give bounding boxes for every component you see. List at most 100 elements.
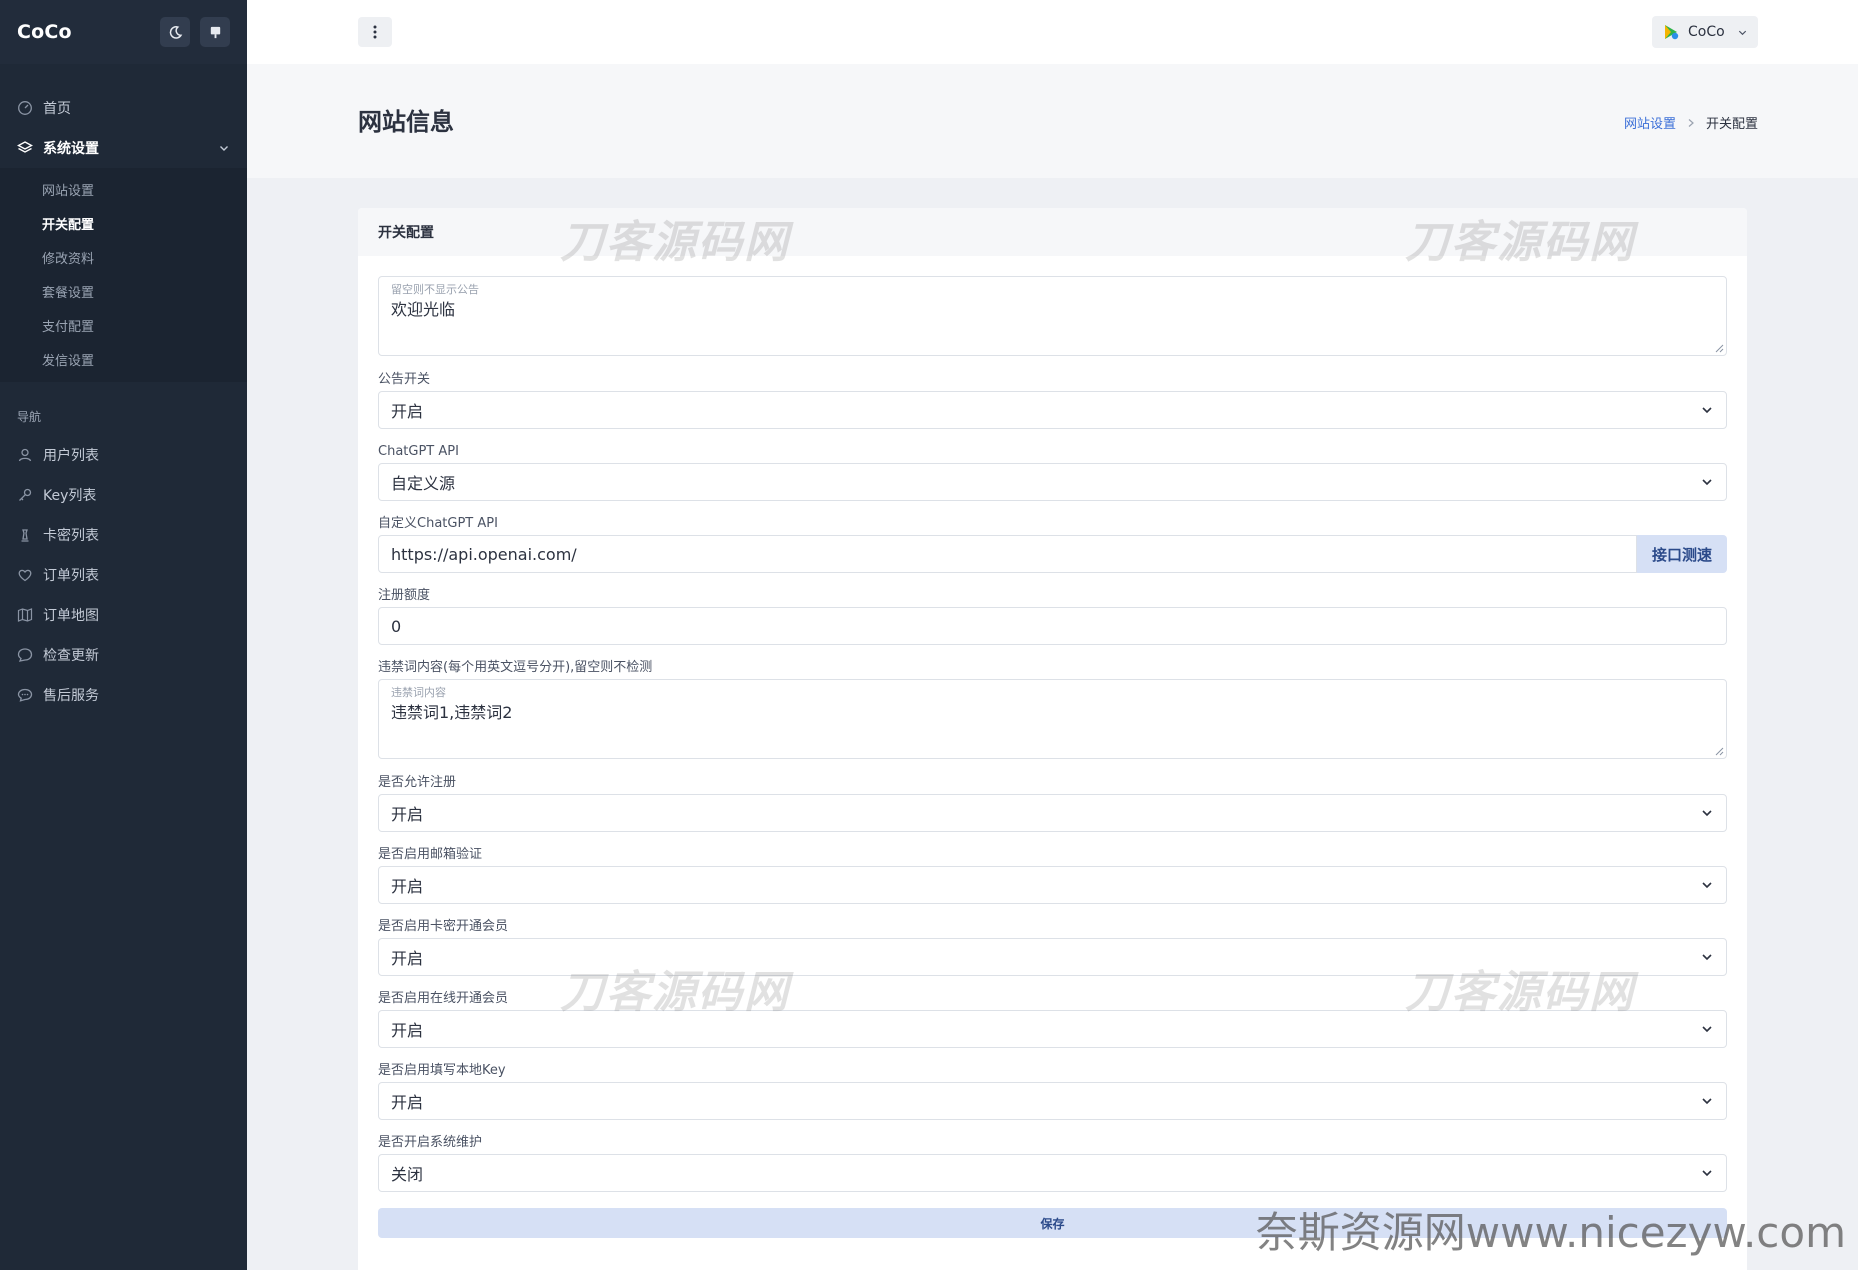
nav-section-heading: 导航 (17, 410, 42, 424)
online-membership-select[interactable]: 开启 (378, 1010, 1727, 1048)
announcement-textarea[interactable]: 留空则不显示公告 欢迎光临 (378, 276, 1727, 356)
sidebar-item-order-map[interactable]: 订单地图 (0, 595, 247, 635)
email-verify-label: 是否启用邮箱验证 (378, 847, 483, 862)
key-icon (19, 488, 32, 501)
user-menu[interactable]: CoCo (1652, 16, 1758, 48)
allow-register-label: 是否允许注册 (378, 775, 457, 790)
maintenance-label: 是否开启系统维护 (378, 1135, 483, 1150)
moon-icon (169, 25, 182, 39)
sidebar-item-label: 检查更新 (43, 648, 99, 664)
announcement-switch-select[interactable]: 开启 (378, 391, 1727, 429)
sidebar-item-after-sales[interactable]: 售后服务 (0, 675, 247, 715)
announcement-placeholder: 留空则不显示公告 (391, 283, 479, 296)
card-membership-select[interactable]: 开启 (378, 938, 1727, 976)
chevron-down-icon (1702, 407, 1712, 414)
api-speed-test-button[interactable]: 接口测速 (1637, 535, 1727, 573)
maintenance-value: 关闭 (391, 1165, 424, 1184)
local-key-select[interactable]: 开启 (378, 1082, 1727, 1120)
resize-grip-icon[interactable] (1715, 747, 1724, 756)
sidebar-item-label: 订单列表 (43, 568, 99, 584)
sidebar-item-label: 卡密列表 (43, 528, 99, 544)
chat-dots-icon (17, 688, 33, 702)
username: CoCo (1688, 24, 1725, 40)
chess-icon (21, 529, 29, 542)
sidebar-item-card-list[interactable]: 卡密列表 (0, 515, 247, 555)
register-quota-label: 注册额度 (378, 588, 431, 603)
brand-logo[interactable]: CoCo (17, 21, 150, 43)
custom-api-input[interactable]: https://api.openai.com/ (378, 535, 1637, 573)
submenu-plan-settings[interactable]: 套餐设置 (0, 274, 247, 308)
maintenance-select[interactable]: 关闭 (378, 1154, 1727, 1192)
banned-words-textarea[interactable]: 违禁词内容 违禁词1,违禁词2 (378, 679, 1727, 759)
sidebar-item-order-list[interactable]: 订单列表 (0, 555, 247, 595)
chevron-down-icon (1702, 1170, 1712, 1177)
card-title: 开关配置 (358, 208, 1747, 256)
sidebar-item-label: 用户列表 (43, 448, 99, 464)
dashboard-icon (18, 101, 32, 115)
avatar (1665, 25, 1679, 40)
submenu-site-settings[interactable]: 网站设置 (0, 172, 247, 206)
brand-bar: CoCo (0, 0, 247, 64)
custom-api-label: 自定义ChatGPT API (378, 516, 498, 531)
kebab-menu-icon (373, 25, 377, 39)
sidebar-item-home[interactable]: 首页 (0, 88, 247, 128)
sidebar-item-check-update[interactable]: 检查更新 (0, 635, 247, 675)
custom-api-input-group: https://api.openai.com/ 接口测速 (378, 535, 1727, 573)
submenu-mail-settings[interactable]: 发信设置 (0, 342, 247, 376)
online-membership-value: 开启 (391, 1021, 424, 1040)
map-icon (17, 608, 33, 622)
chevron-down-icon (1702, 479, 1712, 486)
allow-register-value: 开启 (391, 805, 424, 824)
announcement-switch-value: 开启 (391, 402, 424, 421)
pin-sidebar-button[interactable] (200, 17, 230, 47)
chevron-down-icon (1702, 1026, 1712, 1033)
sidebar-item-label: 售后服务 (43, 688, 99, 704)
layers-icon (17, 141, 33, 153)
chevron-down-icon (1702, 1098, 1712, 1105)
system-settings-submenu: 网站设置 开关配置 修改资料 套餐设置 支付配置 发信设置 (0, 168, 247, 382)
chevron-right-icon (1688, 118, 1694, 127)
card-membership-label: 是否启用卡密开通会员 (378, 919, 509, 934)
sidebar-nav: 首页 系统设置 网站设置 开关配置 修改资料 套餐设置 支付配置 发信设置 导航… (0, 64, 247, 715)
online-membership-label: 是否启用在线开通会员 (378, 991, 509, 1006)
chatgpt-api-value: 自定义源 (391, 474, 456, 493)
topbar: CoCo (247, 0, 1858, 64)
switch-config-card: 开关配置 留空则不显示公告 欢迎光临 公告开关 开启 ChatGPT API 自… (358, 208, 1747, 1270)
register-quota-input[interactable]: 0 (378, 607, 1727, 645)
email-verify-value: 开启 (391, 877, 424, 896)
breadcrumb-current: 开关配置 (1705, 117, 1758, 132)
banned-words-label: 违禁词内容(每个用英文逗号分开),留空则不检测 (378, 660, 653, 675)
local-key-label: 是否启用填写本地Key (378, 1063, 506, 1078)
chevron-down-icon (1702, 882, 1712, 889)
announcement-value: 欢迎光临 (391, 300, 456, 319)
breadcrumb-link-site-settings[interactable]: 网站设置 (1624, 113, 1676, 132)
save-button[interactable]: 保存 (378, 1208, 1727, 1238)
dark-mode-toggle[interactable] (160, 17, 190, 47)
more-options-button[interactable] (358, 17, 392, 47)
sidebar: CoCo 首页 系统设置 网站设置 开关配置 修改资料 套餐设置 支付配置 发信… (0, 0, 247, 1270)
sidebar-item-key-list[interactable]: Key列表 (0, 475, 247, 515)
local-key-value: 开启 (391, 1093, 424, 1112)
submenu-payment-config[interactable]: 支付配置 (0, 308, 247, 342)
sidebar-item-system-settings[interactable]: 系统设置 (0, 128, 247, 168)
resize-grip-icon[interactable] (1715, 344, 1724, 353)
chatgpt-api-select[interactable]: 自定义源 (378, 463, 1727, 501)
chat-bubble-icon (17, 648, 33, 662)
sidebar-item-label: 订单地图 (43, 608, 99, 624)
chevron-down-icon (220, 146, 228, 151)
page-header: 网站信息 网站设置 开关配置 (247, 64, 1858, 178)
sidebar-item-label: 首页 (43, 101, 71, 117)
card-membership-value: 开启 (391, 949, 424, 968)
switch-config-form: 留空则不显示公告 欢迎光临 公告开关 开启 ChatGPT API 自定义源 自… (358, 256, 1747, 1238)
sidebar-item-label: 系统设置 (43, 141, 99, 157)
breadcrumb: 网站设置 开关配置 (1624, 113, 1758, 132)
chevron-down-icon (1702, 954, 1712, 961)
page-title: 网站信息 (358, 108, 454, 136)
allow-register-select[interactable]: 开启 (378, 794, 1727, 832)
sidebar-item-label: Key列表 (43, 488, 97, 504)
submenu-edit-profile[interactable]: 修改资料 (0, 240, 247, 274)
submenu-switch-config[interactable]: 开关配置 (0, 206, 247, 240)
sidebar-item-user-list[interactable]: 用户列表 (0, 435, 247, 475)
user-icon (18, 448, 32, 462)
email-verify-select[interactable]: 开启 (378, 866, 1727, 904)
